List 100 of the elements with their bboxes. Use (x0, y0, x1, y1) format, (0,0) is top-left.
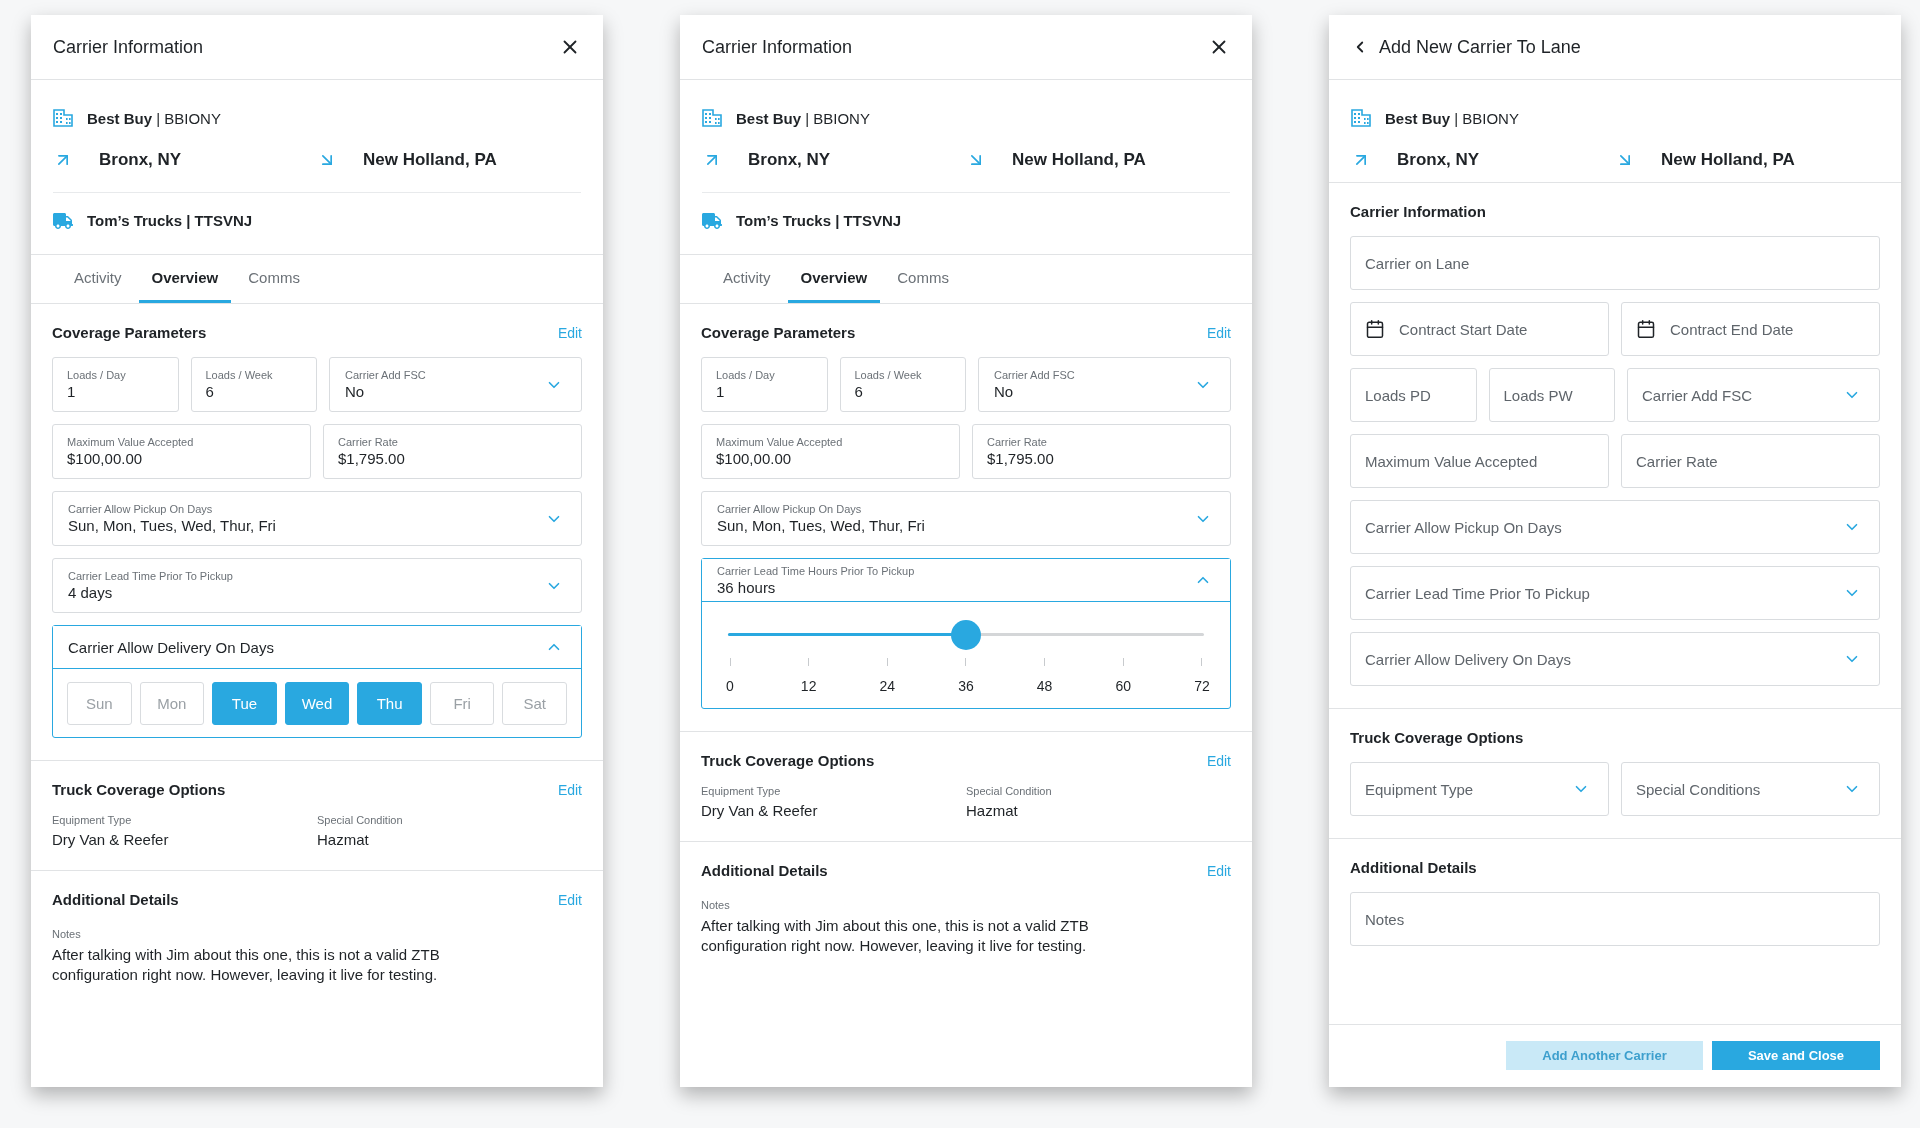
day-toggle[interactable]: Sun (67, 682, 132, 725)
tab[interactable]: Overview (787, 255, 881, 303)
edit-link[interactable]: Edit (557, 891, 582, 908)
day-toggle[interactable]: Tue (212, 682, 277, 725)
shipper-name: Best Buy | BBIONY (1385, 109, 1519, 127)
building-icon (1351, 109, 1371, 127)
tick-label: 48 (1036, 678, 1053, 694)
field-value: $1,795.00 (987, 450, 1055, 467)
field-label: Loads / Week (205, 369, 274, 381)
field-label: Notes (701, 899, 730, 911)
dropdown[interactable]: Carrier Add FSC No (329, 357, 582, 412)
panel-title: Add New Carrier To Lane (1379, 36, 1582, 58)
tick-label: 36 (958, 678, 974, 694)
tab[interactable]: Comms (235, 255, 313, 303)
origin-city: Bronx, NY (99, 150, 182, 170)
dropdown[interactable]: Carrier Add FSC (1627, 368, 1880, 422)
day-toggle[interactable]: Wed (284, 682, 350, 725)
building-icon (702, 109, 722, 127)
destination-city: New Holland, PA (1012, 150, 1146, 170)
field-value: 1 (716, 383, 726, 400)
edit-link[interactable]: Edit (1206, 752, 1231, 769)
section-title: Coverage Parameters (701, 324, 856, 341)
field-label: Equipment Type (52, 814, 133, 826)
dropdown[interactable]: Carrier Add FSC No (978, 357, 1231, 412)
day-toggle[interactable]: Mon (139, 682, 205, 725)
field-label: Maximum Value Accepted (716, 436, 844, 448)
tick-label: 0 (726, 678, 734, 694)
tab[interactable]: Activity (61, 255, 135, 303)
tab[interactable]: Overview (138, 255, 232, 303)
building-icon (53, 109, 73, 127)
slider-thumb[interactable] (951, 620, 981, 650)
input-field[interactable]: Notes (1350, 892, 1880, 946)
dropdown[interactable]: Carrier Allow Delivery On Days (1350, 632, 1880, 686)
section-title: Carrier Information (1350, 203, 1486, 220)
section-title: Additional Details (701, 862, 828, 879)
edit-link[interactable]: Edit (1206, 862, 1231, 879)
input-field[interactable]: Loads PW (1488, 368, 1615, 422)
edit-link[interactable]: Edit (1206, 324, 1231, 341)
action-button[interactable]: Save and Close (1712, 1041, 1880, 1070)
truck-icon (53, 210, 73, 231)
field-value: 1 (67, 383, 77, 400)
tick-label: 72 (1194, 678, 1210, 694)
day-toggle[interactable]: Thu (357, 682, 422, 725)
calendar-icon (1365, 319, 1385, 339)
dropdown[interactable]: Carrier Allow Pickup On Days Sun, Mon, Tues, Wed, Thur, Fri (701, 491, 1231, 546)
carrier-name: Tom’s Trucks | TTSVNJ (736, 212, 902, 229)
field-label: Loads / Day (67, 369, 127, 381)
field-value: $1,795.00 (338, 450, 406, 467)
destination-city: New Holland, PA (1661, 150, 1795, 170)
day-toggle[interactable]: Sat (502, 682, 568, 725)
dropdown[interactable]: Carrier Lead Time Prior To Pickup (1350, 566, 1880, 620)
date-field[interactable]: Contract End Date (1621, 302, 1880, 356)
input-field[interactable]: Loads PD (1350, 368, 1477, 422)
dropdown[interactable]: Special Conditions (1621, 762, 1880, 816)
field-label: Carrier Rate (987, 436, 1048, 448)
dropdown[interactable]: Equipment Type (1350, 762, 1609, 816)
field-label: Loads / Day (716, 369, 776, 381)
tab[interactable]: Activity (710, 255, 784, 303)
date-input[interactable]: Contract End Date (1668, 319, 1865, 339)
input-field[interactable]: Carrier Rate (1621, 434, 1880, 488)
dropdown[interactable]: Carrier Allow Pickup On Days (1350, 500, 1880, 554)
field-value: $100,00.00 (716, 450, 793, 467)
field-value: 6 (205, 383, 215, 400)
field-label: Notes (52, 928, 81, 940)
shipper-name: Best Buy | BBIONY (736, 109, 870, 127)
day-toggle[interactable]: Fri (429, 682, 495, 725)
tab[interactable]: Comms (884, 255, 962, 303)
shipper-name: Best Buy | BBIONY (87, 109, 221, 127)
dropdown[interactable]: Carrier Allow Delivery On Days (53, 626, 581, 669)
input-field[interactable]: Carrier on Lane (1350, 236, 1880, 290)
field-label: Special Condition (966, 785, 1053, 797)
section-title: Truck Coverage Options (701, 752, 875, 769)
section-title: Coverage Parameters (52, 324, 207, 341)
field-value: 6 (854, 383, 864, 400)
dropdown[interactable]: Carrier Lead Time Hours Prior To Pickup 36 hours (702, 559, 1230, 602)
calendar-icon (1636, 319, 1656, 339)
input-field[interactable]: Maximum Value Accepted (1350, 434, 1609, 488)
origin-city: Bronx, NY (1397, 150, 1480, 170)
dropdown[interactable]: Carrier Lead Time Prior To Pickup 4 days (52, 558, 582, 613)
field-value: Dry Van & Reefer (52, 831, 170, 848)
tick-label: 60 (1115, 678, 1132, 694)
carrier-name: Tom’s Trucks | TTSVNJ (87, 212, 253, 229)
date-field[interactable]: Contract Start Date (1350, 302, 1609, 356)
section-title: Truck Coverage Options (52, 781, 226, 798)
tick-label: 24 (879, 678, 896, 694)
field-label: Maximum Value Accepted (67, 436, 195, 448)
dropdown[interactable]: Carrier Allow Pickup On Days Sun, Mon, Tues, Wed, Thur, Fri (52, 491, 582, 546)
section-title: Truck Coverage Options (1350, 729, 1524, 746)
date-input[interactable]: Contract Start Date (1397, 319, 1594, 339)
edit-link[interactable]: Edit (557, 324, 582, 341)
panel-title: Carrier Information (702, 36, 854, 58)
edit-link[interactable]: Edit (557, 781, 582, 798)
section-title: Additional Details (1350, 859, 1477, 876)
origin-city: Bronx, NY (748, 150, 831, 170)
field-value: $100,00.00 (67, 450, 144, 467)
field-value: Hazmat (317, 831, 370, 848)
section-title: Additional Details (52, 891, 179, 908)
panel-title: Carrier Information (53, 36, 205, 58)
field-label: Special Condition (317, 814, 404, 826)
notes-text: After talking with Jim about this one, this is not a valid ZTB configuration right now. However, leaving it live for testing. (52, 945, 441, 985)
